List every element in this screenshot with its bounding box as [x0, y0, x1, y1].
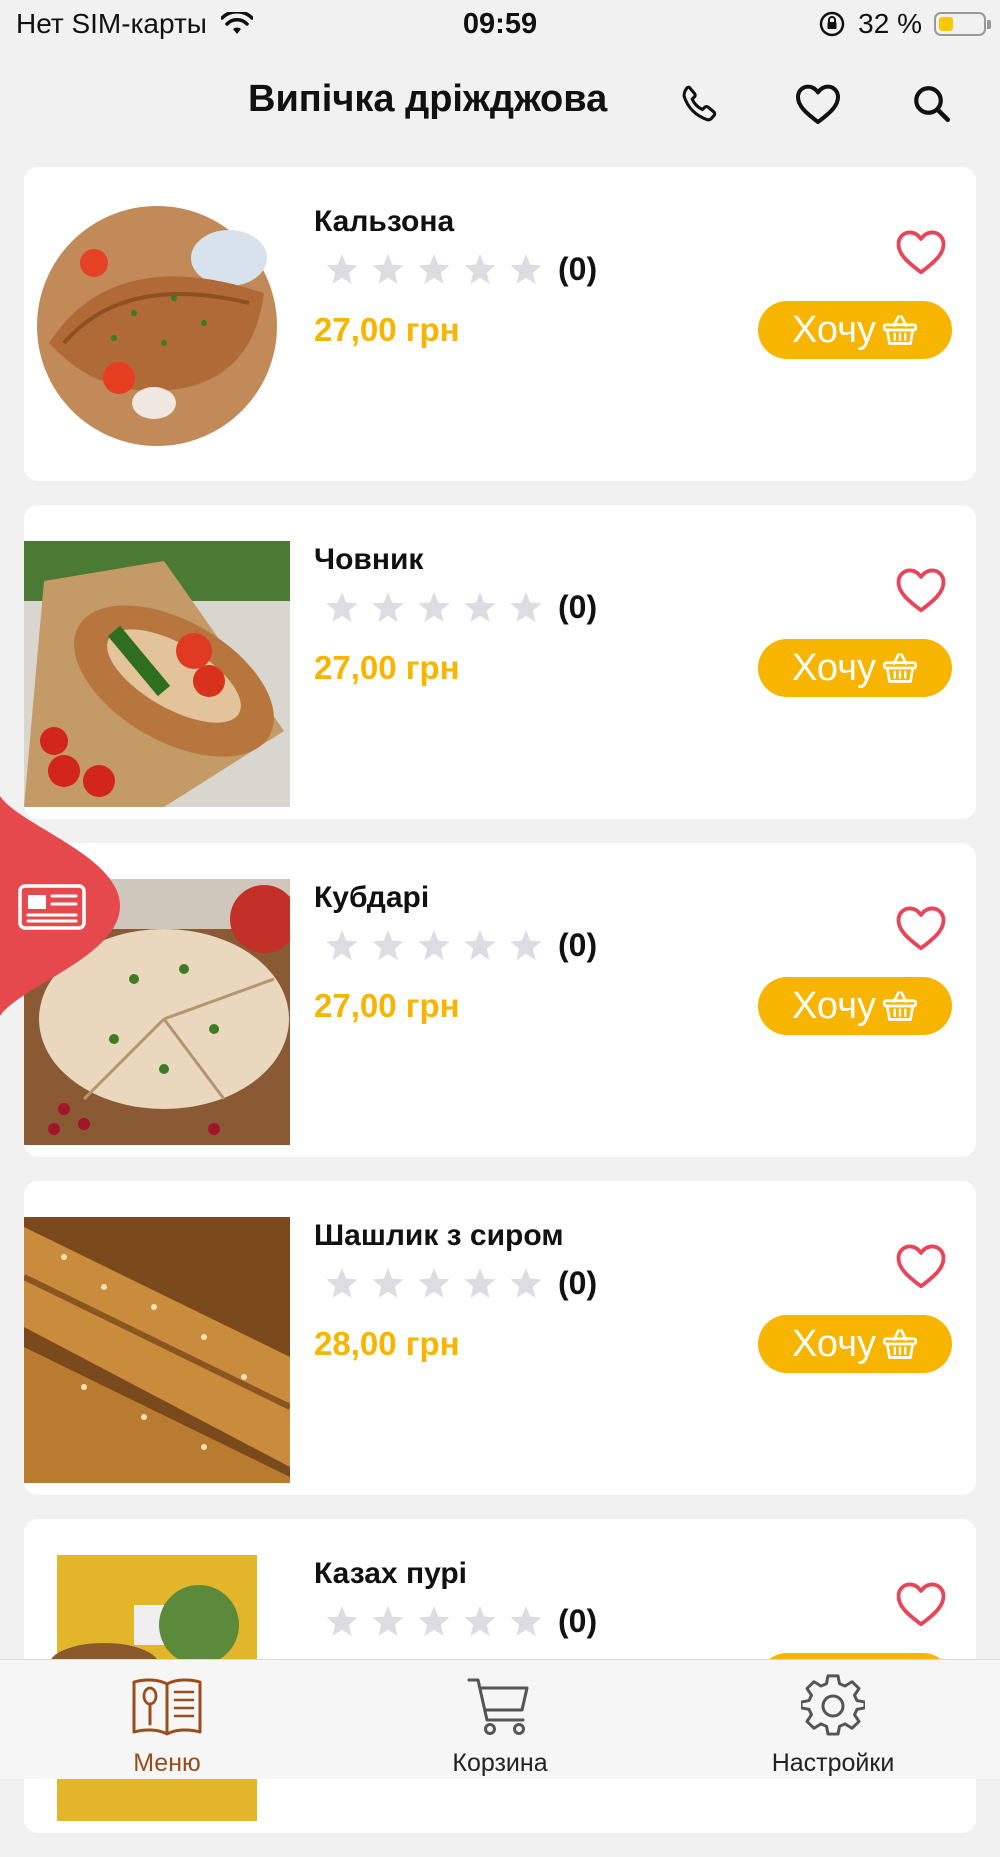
status-right: 32 %	[818, 8, 991, 40]
star-icon	[418, 929, 450, 960]
want-button[interactable]: Хочу	[758, 977, 952, 1035]
star-icon	[372, 1267, 404, 1298]
rating-stars	[324, 1604, 544, 1640]
product-name[interactable]: Човник	[314, 543, 423, 577]
menu-book-icon	[132, 1678, 202, 1736]
product-name[interactable]: Кубдарі	[314, 881, 429, 915]
star-icon	[372, 591, 404, 622]
product-card-4[interactable]: Шашлик з сиром (0) 28,00 грн Хочу	[24, 1181, 976, 1495]
rating-count: (0)	[558, 1265, 598, 1301]
product-price: 27,00 грн	[314, 649, 460, 686]
page-title: Випічка дріжджова	[248, 78, 608, 120]
basket-icon	[882, 315, 918, 345]
product-card-1[interactable]: Кальзона (0) 27,00 грн Хочу	[24, 167, 976, 481]
tab-menu[interactable]: Меню	[67, 1674, 267, 1778]
star-icon	[372, 253, 404, 284]
favorite-heart-icon[interactable]	[894, 1579, 948, 1629]
star-icon	[418, 591, 450, 622]
tab-menu-label: Меню	[133, 1749, 201, 1777]
battery-percent: 32 %	[858, 8, 922, 39]
phone-button[interactable]	[670, 74, 730, 134]
product-rating: (0)	[324, 1603, 597, 1640]
want-button[interactable]: Хочу	[758, 301, 952, 359]
rating-stars	[324, 928, 544, 964]
status-bar: Нет SIM-карты 09:59 32 %	[0, 0, 1000, 52]
product-name[interactable]: Казах пурі	[314, 1557, 467, 1591]
star-icon	[464, 1605, 496, 1636]
star-icon	[510, 253, 542, 284]
rating-count: (0)	[558, 589, 598, 625]
phone-icon	[682, 85, 717, 122]
favorite-heart-icon[interactable]	[894, 227, 948, 277]
star-icon	[510, 1267, 542, 1298]
orientation-lock-icon	[819, 11, 845, 37]
want-button-label: Хочу	[791, 646, 876, 689]
basket-icon	[882, 991, 918, 1021]
favorite-heart-icon[interactable]	[894, 1241, 948, 1291]
basket-icon	[882, 653, 918, 683]
product-card-2[interactable]: Човник (0) 27,00 грн Хочу	[24, 505, 976, 819]
product-image[interactable]	[24, 1217, 290, 1483]
product-rating: (0)	[324, 251, 597, 288]
product-card-3[interactable]: Кубдарі (0) 27,00 грн Хочу	[24, 843, 976, 1157]
want-button-label: Хочу	[791, 1322, 876, 1365]
product-list: Кальзона (0) 27,00 грн Хочу Човник (0) 2…	[24, 167, 976, 1857]
star-icon	[326, 591, 358, 622]
tab-settings-label: Настройки	[771, 1749, 895, 1777]
favorites-button[interactable]	[788, 74, 848, 134]
product-rating: (0)	[324, 927, 597, 964]
rating-count: (0)	[558, 1603, 598, 1639]
battery-level	[939, 17, 953, 31]
star-icon	[372, 1605, 404, 1636]
product-rating: (0)	[324, 1265, 597, 1302]
star-icon	[418, 1267, 450, 1298]
star-icon	[464, 591, 496, 622]
rating-stars	[324, 1266, 544, 1302]
star-icon	[464, 253, 496, 284]
star-icon	[510, 591, 542, 622]
star-icon	[418, 1605, 450, 1636]
product-image[interactable]	[24, 541, 290, 807]
star-icon	[510, 929, 542, 960]
rating-count: (0)	[558, 251, 598, 287]
tab-cart[interactable]: Корзина	[400, 1674, 600, 1778]
side-menu-tab[interactable]	[0, 796, 122, 1016]
want-button[interactable]: Хочу	[758, 1315, 952, 1373]
star-icon	[418, 253, 450, 284]
product-rating: (0)	[324, 589, 597, 626]
rating-stars	[324, 252, 544, 288]
product-price: 27,00 грн	[314, 311, 460, 348]
star-icon	[326, 1267, 358, 1298]
star-icon	[510, 1605, 542, 1636]
star-icon	[326, 1605, 358, 1636]
tab-bar: Меню Корзина Настройки	[0, 1659, 1000, 1779]
rating-count: (0)	[558, 927, 598, 963]
search-icon	[914, 86, 951, 123]
heart-icon	[796, 84, 840, 124]
search-button[interactable]	[902, 74, 962, 134]
product-price: 28,00 грн	[314, 1325, 460, 1362]
favorite-heart-icon[interactable]	[894, 565, 948, 615]
favorite-heart-icon[interactable]	[894, 903, 948, 953]
tab-settings[interactable]: Настройки	[733, 1674, 933, 1778]
star-icon	[372, 929, 404, 960]
want-button[interactable]: Хочу	[758, 639, 952, 697]
want-button-label: Хочу	[791, 984, 876, 1027]
header: Випічка дріжджова	[0, 62, 1000, 142]
product-name[interactable]: Шашлик з сиром	[314, 1219, 564, 1253]
star-icon	[464, 1267, 496, 1298]
battery-icon	[934, 12, 991, 36]
star-icon	[464, 929, 496, 960]
product-name[interactable]: Кальзона	[314, 205, 454, 239]
product-image[interactable]	[24, 203, 290, 469]
basket-icon	[882, 1329, 918, 1359]
rating-stars	[324, 590, 544, 626]
cart-icon	[467, 1678, 529, 1735]
star-icon	[326, 253, 358, 284]
tab-cart-label: Корзина	[452, 1749, 548, 1777]
want-button-label: Хочу	[791, 308, 876, 351]
product-price: 27,00 грн	[314, 987, 460, 1024]
star-icon	[326, 929, 358, 960]
gear-icon	[799, 1674, 867, 1736]
